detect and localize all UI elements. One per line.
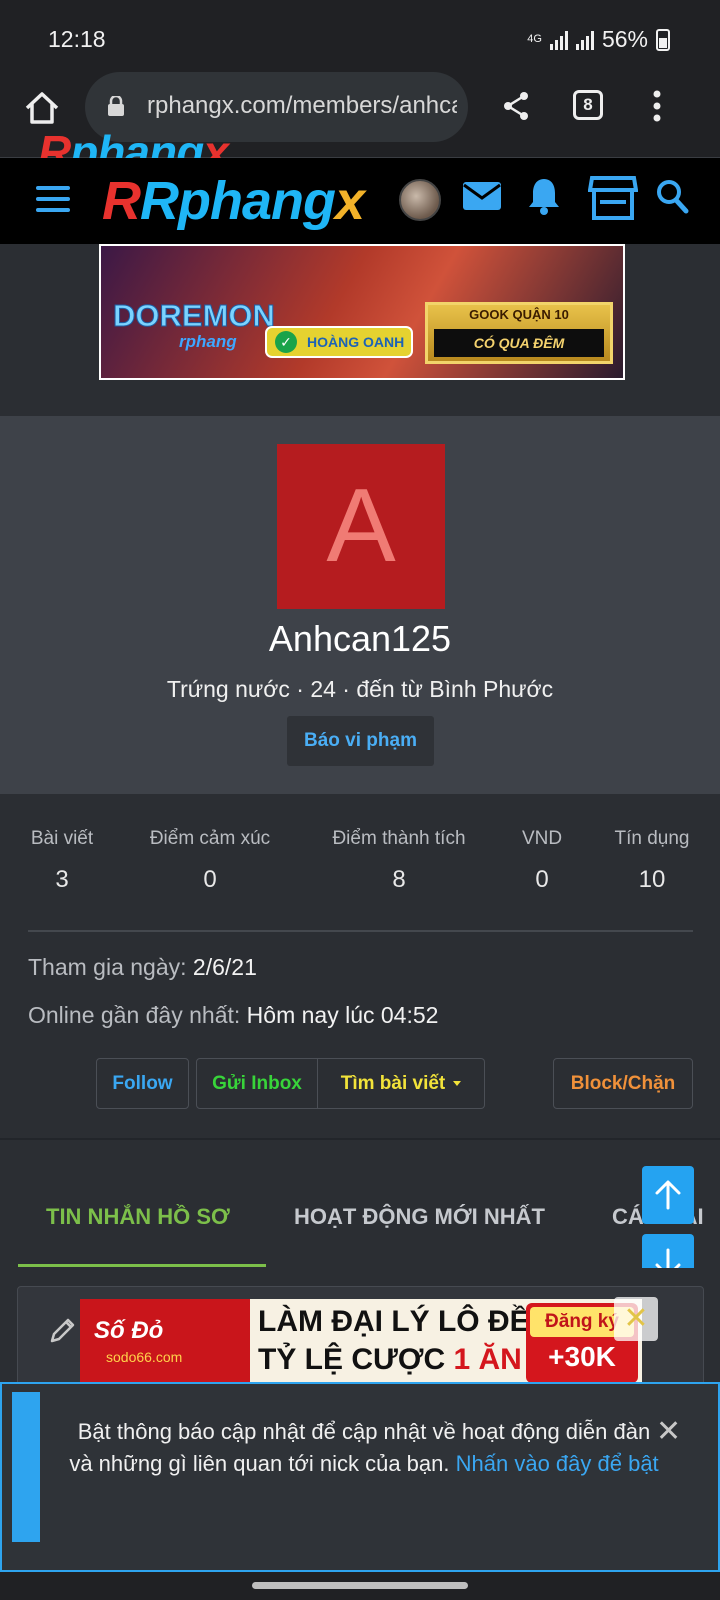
- report-button[interactable]: Báo vi phạm: [287, 716, 434, 766]
- divider: [28, 930, 693, 932]
- tab-profile-posts[interactable]: TIN NHẮN HỒ SƠ: [46, 1204, 230, 1230]
- stat-value: 3: [55, 866, 69, 893]
- account-avatar[interactable]: [399, 179, 441, 221]
- browser-toolbar: rphangx.com/members/anhcan Rphangx 8: [0, 68, 720, 178]
- stat-trophies: Điểm thành tích 8: [326, 828, 472, 894]
- site-header: RRphangx: [0, 158, 720, 244]
- stat-label: Bài viết: [30, 828, 94, 849]
- url-text: rphangx.com/members/anhcan: [147, 92, 457, 119]
- tabs-button[interactable]: 8: [573, 90, 603, 120]
- stat-value: 0: [535, 866, 549, 893]
- status-time: 12:18: [48, 26, 106, 52]
- send-inbox-button[interactable]: Gửi Inbox: [196, 1058, 318, 1109]
- chevron-down-icon: [453, 1081, 462, 1087]
- scroll-top-button[interactable]: [642, 1166, 694, 1224]
- profile-meta: Trứng nước · 24 · đến từ Bình Phước: [166, 676, 554, 702]
- stat-credits: Tín dụng 10: [611, 828, 693, 894]
- close-icon[interactable]: ✕: [656, 1414, 681, 1449]
- banner-ad[interactable]: DOREMON rphang HOÀNG OANH GOOK QUẬN 10 C…: [99, 244, 625, 380]
- gesture-handle[interactable]: [252, 1582, 468, 1589]
- stat-value: 8: [392, 866, 406, 893]
- ad-chip: HOÀNG OANH: [265, 326, 413, 358]
- joined-info: Tham gia ngày: 2/6/21: [28, 954, 257, 981]
- more-options-icon[interactable]: [652, 90, 662, 122]
- profile-header: A Anhcan125 Trứng nước · 24 · đến từ Bìn…: [0, 416, 720, 794]
- ad-gold-top: GOOK QUẬN 10: [469, 307, 569, 322]
- follow-button[interactable]: Follow: [96, 1058, 189, 1109]
- ad-line2-a: TỶ LỆ CƯỢC: [258, 1343, 454, 1376]
- push-notice-banner: Bật thông báo cập nhật để cập nhật về ho…: [0, 1382, 720, 1572]
- online-value: Hôm nay lúc 04:52: [246, 1002, 439, 1028]
- stat-label: Điểm thành tích: [332, 828, 466, 849]
- arrow-up-icon: [655, 1180, 681, 1210]
- profile-tabs: TIN NHẮN HỒ SƠ HOẠT ĐỘNG MỚI NHẤT CÁC BÀ…: [0, 1138, 720, 1268]
- pencil-icon[interactable]: [48, 1315, 78, 1345]
- navigation-bar: [0, 1572, 720, 1600]
- last-online-info: Online gần đây nhất: Hôm nay lúc 04:52: [28, 1002, 438, 1029]
- find-posts-button[interactable]: Tìm bài viết: [318, 1058, 485, 1109]
- menu-icon[interactable]: [36, 186, 70, 212]
- share-icon[interactable]: [500, 90, 532, 122]
- search-icon[interactable]: [655, 178, 689, 214]
- profile-avatar[interactable]: A: [277, 444, 445, 609]
- active-tab-indicator: [18, 1264, 266, 1267]
- stat-label: VND: [521, 828, 563, 849]
- lock-icon: [108, 96, 124, 116]
- online-label: Online gần đây nhất:: [28, 1002, 241, 1028]
- status-bar: 12:18 4G 56%: [0, 0, 720, 68]
- banner-ad-area: DOREMON rphang HOÀNG OANH GOOK QUẬN 10 C…: [0, 244, 720, 416]
- site-logo[interactable]: RRphangx: [102, 170, 365, 232]
- stat-value: 10: [638, 866, 666, 893]
- block-button[interactable]: Block/Chặn: [553, 1058, 693, 1109]
- bell-icon[interactable]: [526, 176, 562, 216]
- ad-brand: DOREMON: [113, 298, 276, 334]
- ad-gold-box: GOOK QUẬN 10 CÓ QUA ĐÊM: [425, 302, 613, 364]
- profile-post-area: Số Đỏ sodo66.com LÀM ĐẠI LÝ LÔ ĐỀ TỶ LỆ …: [0, 1268, 720, 1387]
- stat-reactions: Điểm cảm xúc 0: [144, 828, 276, 894]
- stat-posts: Bài viết 3: [28, 828, 96, 894]
- ad-brand: Số Đỏ: [94, 1317, 164, 1344]
- ad-badge-main: +30K: [548, 1341, 616, 1372]
- joined-value: 2/6/21: [192, 954, 257, 980]
- notice-text: Bật thông báo cập nhật để cập nhật về ho…: [64, 1416, 664, 1480]
- status-icons: 4G 56%: [527, 26, 670, 53]
- tab-latest-activity[interactable]: HOẠT ĐỘNG MỚI NHẤT: [294, 1204, 545, 1230]
- ad-sub: rphang: [179, 332, 237, 351]
- find-posts-label: Tìm bài viết: [340, 1073, 446, 1094]
- store-icon[interactable]: [588, 174, 638, 220]
- close-icon[interactable]: ✕: [614, 1297, 658, 1341]
- signal-icon: [575, 30, 594, 50]
- battery-percent: 56%: [601, 26, 648, 52]
- home-icon[interactable]: [22, 88, 62, 128]
- battery-icon: [656, 28, 670, 51]
- notice-accent-bar: [12, 1392, 40, 1542]
- stat-label: Tín dụng: [614, 828, 690, 849]
- stat-vnd: VND 0: [520, 828, 564, 894]
- ad-sub: sodo66.com: [106, 1349, 183, 1365]
- stat-value: 0: [203, 866, 217, 893]
- post-card: Số Đỏ sodo66.com LÀM ĐẠI LÝ LÔ ĐỀ TỶ LỆ …: [17, 1286, 704, 1387]
- stat-label: Điểm cảm xúc: [149, 828, 271, 849]
- signal-icon: [549, 30, 568, 50]
- enable-notifications-link[interactable]: Nhấn vào đây để bật: [456, 1451, 659, 1476]
- ad-gold-main: CÓ QUA ĐÊM: [434, 329, 604, 357]
- ad-left-panel: Số Đỏ sodo66.com: [80, 1299, 250, 1387]
- ad-line1: LÀM ĐẠI LÝ LÔ ĐỀ: [258, 1305, 530, 1338]
- inbox-icon[interactable]: [462, 180, 502, 212]
- joined-label: Tham gia ngày:: [28, 954, 187, 980]
- profile-stats: Bài viết 3 Điểm cảm xúc 0 Điểm thành tíc…: [0, 794, 720, 1138]
- network-type: 4G: [527, 33, 542, 45]
- profile-username: Anhcan125: [268, 618, 452, 659]
- post-ad[interactable]: Số Đỏ sodo66.com LÀM ĐẠI LÝ LÔ ĐỀ TỶ LỆ …: [80, 1299, 642, 1387]
